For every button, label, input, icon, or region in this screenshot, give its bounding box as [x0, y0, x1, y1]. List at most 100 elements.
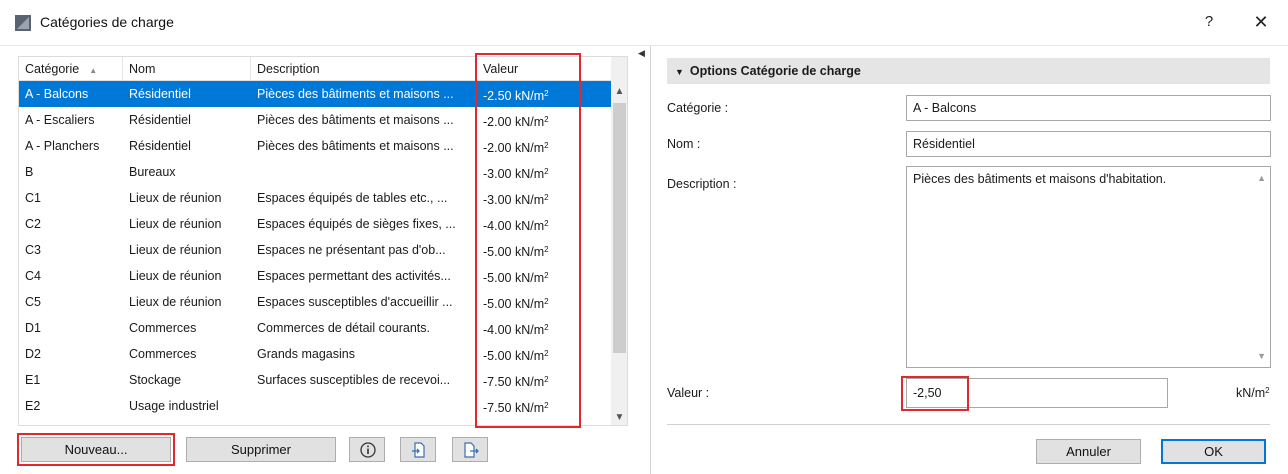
help-button[interactable]: ?	[1196, 10, 1222, 34]
cell-description: Espaces permettant des activités...	[257, 269, 451, 283]
table-row[interactable]: C5 Lieux de réunion Espaces susceptibles d…	[19, 289, 611, 315]
table-row[interactable]: D2 Commerces Grands magasins -5.00 kN/m2	[19, 341, 611, 367]
cell-name: Commerces	[129, 347, 197, 361]
table-row[interactable]: A - Planchers Résidentiel Pièces des bâtim…	[19, 133, 611, 159]
table-row[interactable]: B Bureaux -3.00 kN/m2	[19, 159, 611, 185]
cell-category: C4	[25, 269, 41, 283]
category-label: Catégorie :	[667, 101, 729, 115]
name-label: Nom :	[667, 137, 701, 151]
cell-value: -5.00 kN/m2	[483, 349, 549, 363]
cell-description	[251, 393, 477, 419]
cell-description: Espaces susceptibles d'accueillir ...	[257, 295, 453, 309]
description-text: Pièces des bâtiments et maisons d'habita…	[913, 172, 1167, 186]
new-button[interactable]: Nouveau...	[21, 437, 171, 462]
table-row[interactable]: C2 Lieux de réunion Espaces équipés de siè…	[19, 211, 611, 237]
cell-value: -5.00 kN/m2	[483, 271, 549, 285]
cell-description: Pièces des bâtiments et maisons ...	[257, 139, 454, 153]
cell-value: -7.50 kN/m2	[483, 401, 549, 415]
cell-category: C2	[25, 217, 41, 231]
cell-value: -5.00 kN/m2	[483, 245, 549, 259]
vertical-scrollbar[interactable]: ▲ ▼	[611, 57, 627, 425]
cell-name: Lieux de réunion	[129, 217, 222, 231]
table-row[interactable]: A - Balcons Résidentiel Pièces des bâtimen…	[19, 81, 611, 107]
cell-value: -4.00 kN/m2	[483, 219, 549, 233]
scroll-thumb[interactable]	[613, 103, 626, 353]
cell-name: Commerces	[129, 321, 197, 335]
table-row[interactable]: E1 Stockage Surfaces susceptibles de recev…	[19, 367, 611, 393]
info-button[interactable]	[349, 437, 385, 462]
cell-category: D1	[25, 321, 41, 335]
sort-ascending-icon: ▲	[89, 66, 98, 75]
panel-splitter[interactable]	[650, 46, 651, 474]
cell-value: -7.50 kN/m2	[483, 375, 549, 389]
textarea-scroll-up-icon[interactable]: ▲	[1257, 173, 1266, 183]
cell-description: Commerces de détail courants.	[257, 321, 430, 335]
table-row[interactable]: C4 Lieux de réunion Espaces permettant des…	[19, 263, 611, 289]
cell-category: E2	[25, 399, 41, 413]
cell-category: A - Planchers	[25, 139, 100, 153]
column-header-value[interactable]: Valeur	[477, 57, 611, 81]
value-input[interactable]: -2,50	[906, 378, 1168, 408]
table-row[interactable]: C1 Lieux de réunion Espaces équipés de tab…	[19, 185, 611, 211]
import-button[interactable]	[400, 437, 436, 462]
cell-category: C5	[25, 295, 41, 309]
column-header-category[interactable]: Catégorie ▲	[19, 57, 123, 81]
description-field[interactable]: Pièces des bâtiments et maisons d'habita…	[906, 166, 1271, 368]
table-row[interactable]: E2 Usage industriel -7.50 kN/m2	[19, 393, 611, 419]
scroll-down-icon[interactable]: ▼	[611, 409, 627, 425]
column-header-name[interactable]: Nom	[123, 57, 251, 81]
cell-description: Espaces équipés de tables etc., ...	[257, 191, 448, 205]
cell-name: Résidentiel	[129, 139, 191, 153]
export-button[interactable]	[452, 437, 488, 462]
app-icon	[15, 15, 31, 31]
cell-category: D2	[25, 347, 41, 361]
ok-button[interactable]: OK	[1161, 439, 1266, 464]
cell-name: Résidentiel	[129, 113, 191, 127]
cell-description: Grands magasins	[257, 347, 355, 361]
collapse-icon[interactable]: ◀	[638, 48, 645, 59]
title-bar: Catégories de charge ? ✕	[0, 0, 1288, 46]
close-icon[interactable]: ✕	[1246, 10, 1276, 34]
cell-category: C3	[25, 243, 41, 257]
cell-name: Lieux de réunion	[129, 191, 222, 205]
table-header: Catégorie ▲ Nom Description Valeur	[19, 57, 611, 81]
column-header-description[interactable]: Description	[251, 57, 477, 81]
cell-category: A - Escaliers	[25, 113, 95, 127]
cell-value: -5.00 kN/m2	[483, 297, 549, 311]
table-row[interactable]: A - Escaliers Résidentiel Pièces des bâtim…	[19, 107, 611, 133]
cell-description	[251, 159, 477, 185]
cell-name: Résidentiel	[129, 87, 191, 101]
cell-category: E1	[25, 373, 41, 387]
cell-category: C1	[25, 191, 41, 205]
delete-button[interactable]: Supprimer	[186, 437, 336, 462]
scroll-up-icon[interactable]: ▲	[611, 83, 627, 100]
textarea-scroll-down-icon[interactable]: ▼	[1257, 351, 1266, 361]
cell-description: Pièces des bâtiments et maisons ...	[257, 113, 454, 127]
cell-name: Stockage	[129, 373, 182, 387]
info-icon	[360, 442, 376, 458]
cancel-button[interactable]: Annuler	[1036, 439, 1141, 464]
separator-line	[667, 424, 1270, 425]
cell-name: Lieux de réunion	[129, 269, 222, 283]
category-table: Catégorie ▲ Nom Description Valeur A - Ba…	[18, 56, 628, 426]
value-unit: kN/m2	[1236, 386, 1270, 400]
cell-value: -2.00 kN/m2	[483, 115, 549, 129]
cell-name: Usage industriel	[129, 399, 219, 413]
cell-value: -2.00 kN/m2	[483, 141, 549, 155]
table-row[interactable]: D1 Commerces Commerces de détail courants.…	[19, 315, 611, 341]
value-label: Valeur :	[667, 386, 710, 400]
category-field[interactable]: A - Balcons	[906, 95, 1271, 121]
cell-description: Espaces ne présentant pas d'ob...	[257, 243, 446, 257]
table-row[interactable]: C3 Lieux de réunion Espaces ne présentant …	[19, 237, 611, 263]
cell-category: A - Balcons	[25, 87, 89, 101]
cell-category: B	[25, 165, 34, 179]
cell-name: Lieux de réunion	[129, 295, 222, 309]
cell-description: Pièces des bâtiments et maisons ...	[257, 87, 454, 101]
cell-value: -2.50 kN/m2	[483, 89, 549, 103]
export-icon	[464, 442, 479, 458]
cell-value: -3.00 kN/m2	[483, 167, 549, 181]
name-field[interactable]: Résidentiel	[906, 131, 1271, 157]
import-icon	[412, 442, 425, 458]
options-section-header[interactable]: ▼ Options Catégorie de charge	[667, 58, 1270, 84]
expand-triangle-icon: ▼	[675, 67, 684, 77]
